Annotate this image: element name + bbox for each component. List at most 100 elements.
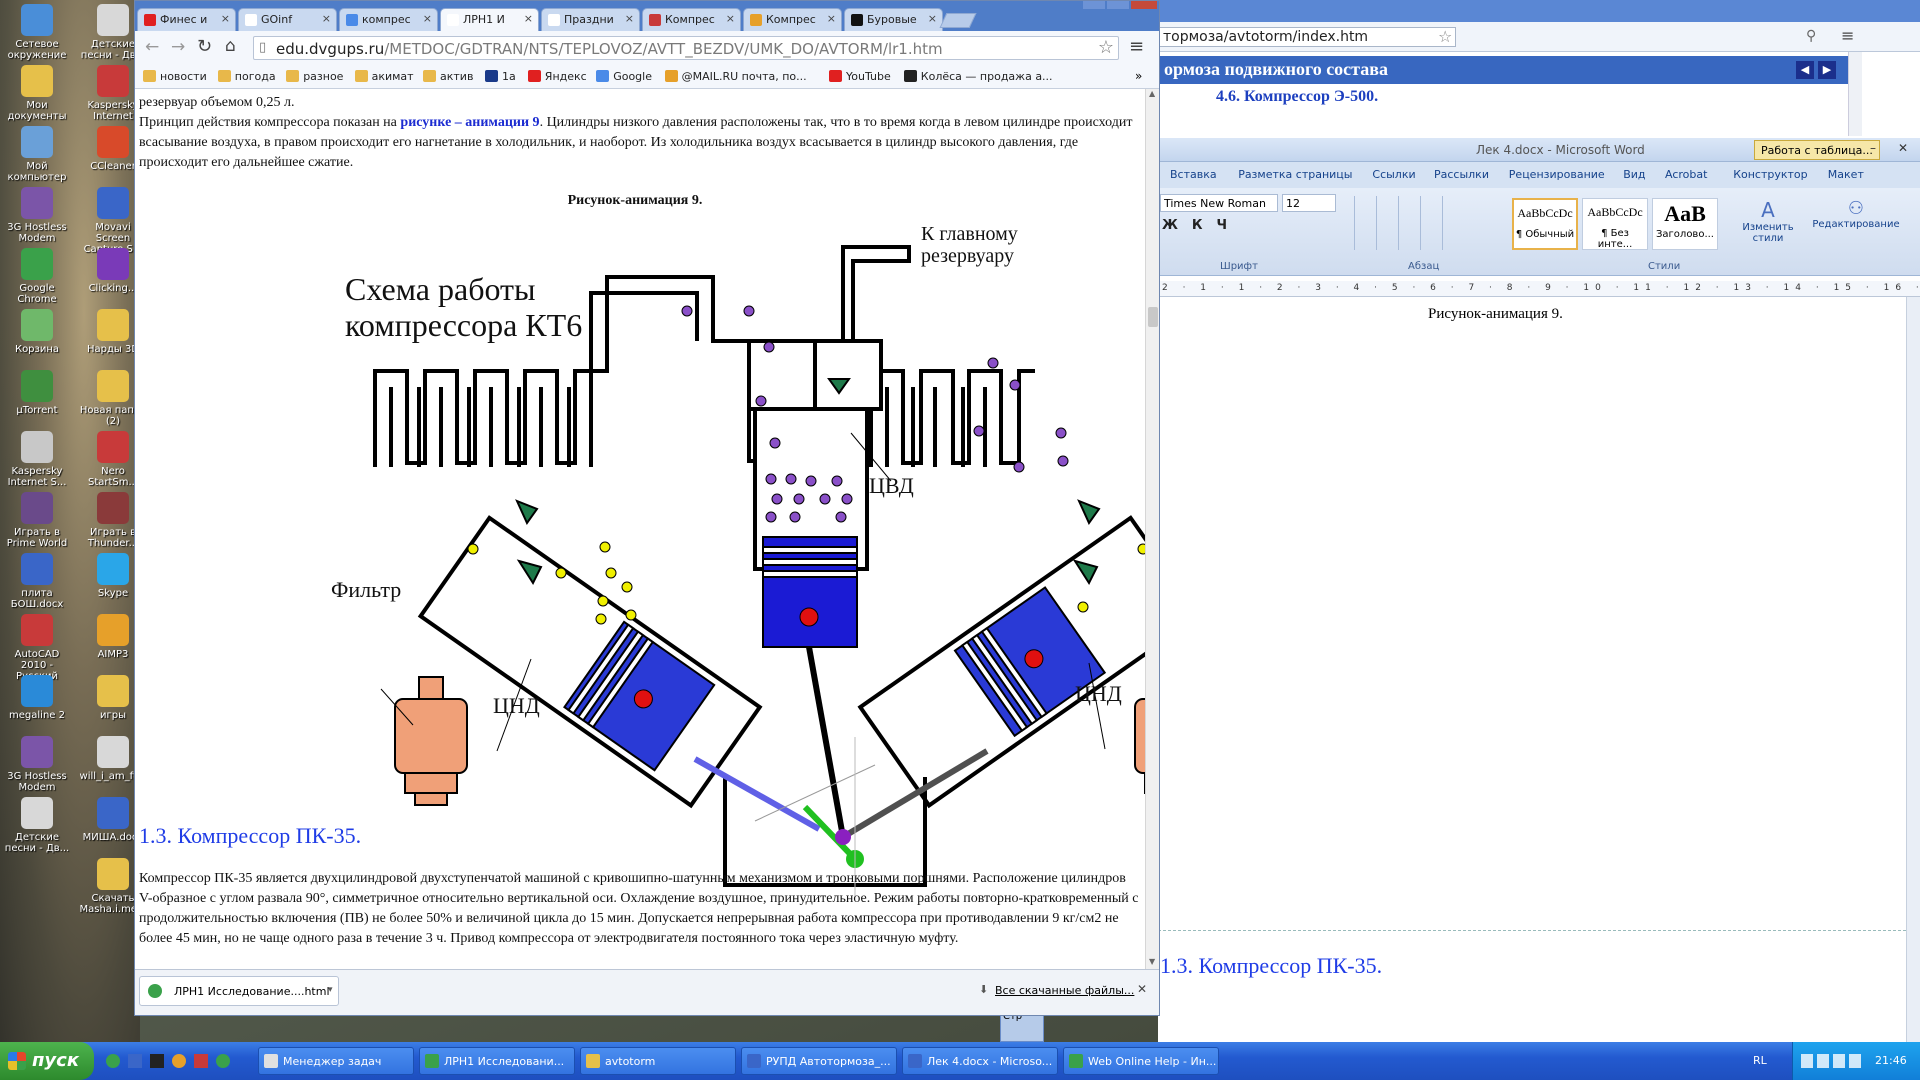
desktop-icon[interactable]: Kaspersky Internet S...	[2, 431, 72, 488]
desktop-icon[interactable]: Детские песни - Дв...	[2, 797, 72, 854]
scroll-up-icon[interactable]: ▲	[1149, 89, 1155, 98]
browser-tab[interactable]: GOinf ×	[238, 8, 337, 31]
browser-tab[interactable]: Праздни ×	[541, 8, 640, 31]
editing-button[interactable]: ⚇ Редактирование	[1806, 198, 1906, 230]
chrome-quicklaunch-icon[interactable]	[106, 1054, 120, 1068]
bookmark-item[interactable]: @MAIL.RU почта, по...	[664, 70, 807, 83]
menu-icon[interactable]: ≡	[1841, 26, 1854, 45]
media-quicklaunch-icon[interactable]	[150, 1054, 164, 1068]
desktop-icon[interactable]: 3G Hostless Modem	[2, 736, 72, 793]
bookmark-item[interactable]: Колёса — продажа а...	[903, 70, 1053, 83]
scrollbar-thumb[interactable]	[1148, 307, 1158, 327]
tab-close-icon[interactable]: ×	[928, 12, 937, 25]
desktop-icon[interactable]: 3G Hostless Modem	[2, 187, 72, 244]
desktop-icon[interactable]: Мой компьютер	[2, 126, 72, 183]
desktop-icon[interactable]: Корзина	[2, 309, 72, 355]
browser-tab[interactable]: Компрес ×	[743, 8, 842, 31]
ie-scrollbar[interactable]	[1848, 52, 1862, 136]
chrome2-quicklaunch-icon[interactable]	[216, 1054, 230, 1068]
tab-close-icon[interactable]: ×	[524, 12, 533, 25]
bookmark-item[interactable]: акимат	[354, 70, 414, 83]
taskbar-button[interactable]: avtotorm	[580, 1047, 736, 1075]
maximize-button[interactable]	[1107, 1, 1129, 9]
context-tab-tables[interactable]: Работа с таблица...	[1754, 140, 1880, 160]
bookmark-star-icon[interactable]: ☆	[1098, 37, 1114, 58]
bookmark-item[interactable]: Google	[596, 70, 652, 83]
desktop-icon[interactable]: µTorrent	[2, 370, 72, 416]
paragraph-buttons[interactable]	[1354, 196, 1464, 250]
app-quicklaunch-icon[interactable]	[194, 1054, 208, 1068]
desktop-icon[interactable]: Играть в Prime World	[2, 492, 72, 549]
new-tab-button[interactable]	[939, 13, 977, 28]
star-icon[interactable]: ☆	[1438, 27, 1452, 46]
bookmark-item[interactable]: 1а	[485, 70, 516, 83]
tab-close-icon[interactable]: ×	[322, 12, 331, 25]
word-tab[interactable]: Рецензирование	[1509, 168, 1605, 181]
bookmark-item[interactable]: актив	[423, 70, 473, 83]
word-tab[interactable]: Вид	[1623, 168, 1645, 181]
browser-tab[interactable]: Буровые ×	[844, 8, 943, 31]
taskbar-button[interactable]: РУПД Автотормоза_...	[741, 1047, 897, 1075]
word-tab[interactable]: Макет	[1828, 168, 1864, 181]
close-icon[interactable]: ✕	[1898, 141, 1908, 155]
word-scrollbar[interactable]	[1906, 297, 1920, 1042]
word-tab[interactable]: Acrobat	[1665, 168, 1707, 181]
word-tab[interactable]: Вставка	[1170, 168, 1217, 181]
download-bar-close-icon[interactable]: ✕	[1137, 982, 1147, 996]
back-icon[interactable]: ←	[145, 37, 159, 57]
desktop-icon[interactable]: AutoCAD 2010 - Русский	[2, 614, 72, 682]
tab-close-icon[interactable]: ×	[827, 12, 836, 25]
style-normal[interactable]: AaBbCcDc ¶ Обычный	[1512, 198, 1578, 250]
bookmark-item[interactable]: новости	[143, 70, 207, 83]
minimize-icon[interactable]: –	[1870, 141, 1876, 155]
word-quicklaunch-icon[interactable]	[128, 1054, 142, 1068]
page-scrollbar[interactable]: ▲ ▼	[1145, 89, 1159, 969]
desktop-icon[interactable]: Сетевое окружение	[2, 4, 72, 61]
start-button[interactable]: пуск	[0, 1042, 94, 1080]
word-document[interactable]: Рисунок-анимация 9. 1.3. Компрессор ПК-3…	[1158, 297, 1906, 1042]
search-icon[interactable]: ⚲	[1806, 28, 1816, 44]
taskbar-button[interactable]: Менеджер задач	[258, 1047, 414, 1075]
minimize-button[interactable]	[1083, 1, 1105, 9]
word-tab[interactable]: Разметка страницы	[1238, 168, 1352, 181]
all-downloads-link[interactable]: Все скачанные файлы...	[995, 984, 1134, 997]
desktop-icon[interactable]: Мои документы	[2, 65, 72, 122]
prev-page-icon[interactable]: ◀	[1796, 61, 1814, 79]
home-icon[interactable]: ⌂	[225, 36, 236, 56]
desktop-icon[interactable]: плита БОШ.docx	[2, 553, 72, 610]
page-content[interactable]: резервуар объемом 0,25 л. Принцип действ…	[135, 89, 1145, 969]
desktop-icon[interactable]: megaline 2	[2, 675, 72, 721]
font-size-box[interactable]: 12	[1282, 194, 1336, 212]
tab-close-icon[interactable]: ×	[423, 12, 432, 25]
tab-close-icon[interactable]: ×	[726, 12, 735, 25]
bookmark-item[interactable]: погода	[217, 70, 276, 83]
tray-icons[interactable]	[1801, 1054, 1861, 1068]
style-heading[interactable]: AaB Заголово...	[1652, 198, 1718, 250]
reload-icon[interactable]: ↻	[197, 36, 212, 57]
close-window-button[interactable]	[1131, 1, 1157, 9]
ie-url[interactable]: тормоза/avtotorm/index.htm	[1158, 27, 1456, 47]
next-page-icon[interactable]: ▶	[1818, 61, 1836, 79]
style-no-spacing[interactable]: AaBbCcDc ¶ Без инте...	[1582, 198, 1648, 250]
chrome-menu-icon[interactable]: ≡	[1129, 36, 1144, 57]
scroll-down-icon[interactable]: ▼	[1149, 957, 1155, 966]
browser-tab[interactable]: Финес и ×	[137, 8, 236, 31]
bookmark-item[interactable]: разное	[286, 70, 343, 83]
word-tab[interactable]: Ссылки	[1372, 168, 1415, 181]
taskbar-button[interactable]: ЛРН1 Исследовани...	[419, 1047, 575, 1075]
taskbar-button[interactable]: Лек 4.docx - Microso...	[902, 1047, 1058, 1075]
aimp-quicklaunch-icon[interactable]	[172, 1054, 186, 1068]
language-indicator[interactable]: RL	[1753, 1054, 1767, 1067]
bookmark-item[interactable]: YouTube	[829, 70, 891, 83]
download-item[interactable]: ЛРН1 Исследование....html ▾	[139, 976, 339, 1006]
bookmark-item[interactable]: Яндекс	[527, 70, 587, 83]
omnibox[interactable]: ▯ edu.dvgups.ru/METDOC/GDTRAN/NTS/TEPLOV…	[253, 36, 1119, 60]
desktop-icon[interactable]: Google Chrome	[2, 248, 72, 305]
animation-link[interactable]: рисунке – анимации 9	[400, 115, 539, 130]
word-ruler[interactable]: 2 · 1 · 1 · 2 · 3 · 4 · 5 · 6 · 7 · 8 · …	[1158, 281, 1920, 297]
change-styles-button[interactable]: A Изменить стили	[1738, 198, 1798, 244]
tab-close-icon[interactable]: ×	[625, 12, 634, 25]
browser-tab[interactable]: Компрес ×	[642, 8, 741, 31]
bookmarks-more[interactable]: »	[1135, 69, 1142, 83]
word-tab[interactable]: Рассылки	[1434, 168, 1489, 181]
